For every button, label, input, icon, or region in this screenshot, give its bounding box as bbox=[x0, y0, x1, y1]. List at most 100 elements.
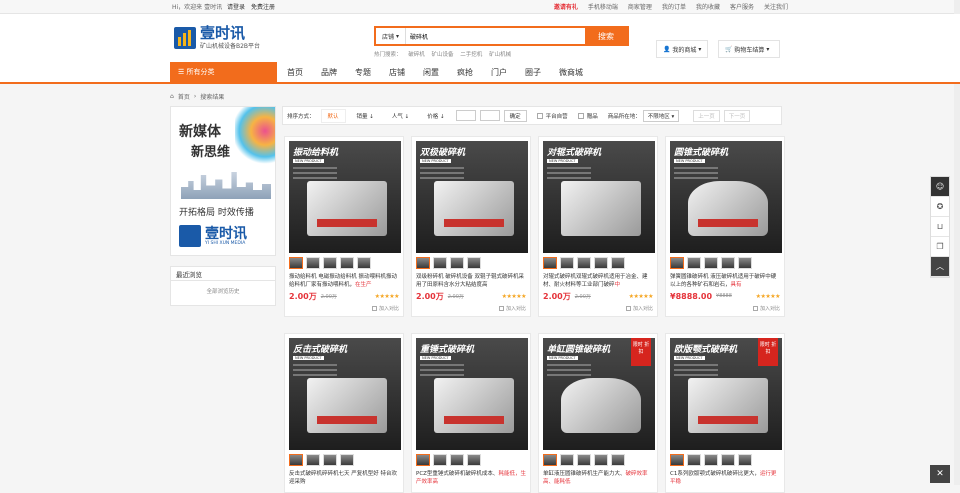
ad-banner[interactable]: 新媒体 新思维 开拓格局 时效传播 壹时讯 YI SHI XUN MEDIA bbox=[170, 106, 276, 256]
banner-line1: 新媒体 bbox=[179, 124, 221, 140]
follow-link[interactable]: 关注我们 bbox=[764, 2, 788, 11]
product-image[interactable]: 单缸圆锥破碎机 NEW PRODUCT 限时 折扣 bbox=[543, 338, 655, 450]
close-icon[interactable]: ✕ bbox=[930, 465, 950, 483]
product-card[interactable]: 单缸圆锥破碎机 NEW PRODUCT 限时 折扣 单缸液压圆锥破碎机生产能力大、… bbox=[538, 333, 658, 493]
logo-mark-icon bbox=[174, 27, 196, 49]
cart-button[interactable]: 🛒 购物车结算 ▾ bbox=[718, 40, 780, 58]
price-confirm-button[interactable]: 确定 bbox=[503, 109, 527, 122]
compare-checkbox[interactable]: 加入对比 bbox=[416, 305, 526, 312]
product-name[interactable]: 反击式破碎机碎碎机七天 严复机型好 特台欢迎采购 bbox=[289, 470, 399, 486]
product-card[interactable]: 反击式破碎机 NEW PRODUCT 反击式破碎机碎碎机七天 严复机型好 特台欢迎… bbox=[284, 333, 404, 493]
thumb bbox=[340, 454, 354, 466]
back-to-top-icon[interactable]: ︿ bbox=[931, 257, 949, 277]
login-link[interactable]: 请登录 bbox=[227, 4, 245, 11]
product-card[interactable]: 欧版颚式破碎机 NEW PRODUCT 限时 折扣 C1系列欧版颚式破碎机破碎比更… bbox=[665, 333, 785, 493]
hot-word[interactable]: 矿山设备 bbox=[432, 52, 454, 58]
sort-price[interactable]: 价格 ↓ bbox=[420, 109, 451, 123]
sort-sales[interactable]: 销量 ↓ bbox=[350, 109, 381, 123]
product-card[interactable]: 振动给料机 NEW PRODUCT 振动给料机 电磁振动给料机 振动喂料机振动给料… bbox=[284, 136, 404, 317]
thumb bbox=[670, 454, 684, 466]
search-input[interactable] bbox=[406, 28, 585, 44]
compare-checkbox[interactable]: 加入对比 bbox=[670, 305, 780, 312]
product-name[interactable]: 单缸液压圆锥破碎机生产能力大、破碎效率高、能耗低 bbox=[543, 470, 653, 486]
thumbnail-list bbox=[543, 454, 657, 466]
product-name[interactable]: 对辊式破碎机双辊式破碎机适用于冶金、建材、耐火材料等工业部门破碎中 bbox=[543, 273, 653, 289]
thumbnail-list bbox=[289, 454, 403, 466]
search-scope-select[interactable]: 店铺 ▾ bbox=[376, 28, 406, 44]
history-icon[interactable]: ❐ bbox=[931, 237, 949, 257]
nav-flash[interactable]: 疯抢 bbox=[457, 67, 473, 78]
site-logo[interactable]: 壹时讯 矿山机械设备B2B平台 bbox=[174, 26, 260, 50]
self-run-checkbox[interactable]: 平台自营 bbox=[536, 112, 568, 120]
location-select[interactable]: 不限地区 ▾ bbox=[642, 109, 680, 122]
top-bar: Hi，欢迎来 壹时讯 请登录 免费注册 邀请有礼 手机移动端 商家管理 我的订单… bbox=[0, 0, 960, 14]
sort-label: 排序方式： bbox=[287, 113, 315, 120]
product-image[interactable]: 对辊式破碎机 NEW PRODUCT bbox=[543, 141, 655, 253]
thumb bbox=[721, 257, 735, 269]
price-min-input[interactable] bbox=[455, 110, 476, 121]
all-categories-button[interactable]: ☰ 所有分类 bbox=[170, 62, 277, 82]
rating-stars: ★★★★★ bbox=[755, 292, 781, 300]
nav-home[interactable]: 首页 bbox=[287, 67, 303, 78]
nav-brand[interactable]: 品牌 bbox=[321, 67, 337, 78]
search-button[interactable]: 搜索 bbox=[585, 28, 627, 44]
product-image[interactable]: 双极破碎机 NEW PRODUCT bbox=[416, 141, 528, 253]
product-image[interactable]: 欧版颚式破碎机 NEW PRODUCT 限时 折扣 bbox=[670, 338, 782, 450]
user-avatar[interactable]: ☺ bbox=[931, 177, 949, 197]
product-card[interactable]: 圆锥式破碎机 NEW PRODUCT 弹簧圆锥破碎机 液压破碎机适用于破碎中硬以上… bbox=[665, 136, 785, 317]
sort-default[interactable]: 默认 bbox=[320, 108, 346, 123]
product-image[interactable]: 圆锥式破碎机 NEW PRODUCT bbox=[670, 141, 782, 253]
nav-stores[interactable]: 店铺 bbox=[389, 67, 405, 78]
product-name[interactable]: 振动给料机 电磁振动给料机 振动喂料机振动给料机厂家有振动喂料机，在生产 bbox=[289, 273, 399, 289]
sidebar: 新媒体 新思维 开拓格局 时效传播 壹时讯 YI SHI XUN MEDIA 最近… bbox=[170, 106, 276, 306]
favorites-icon[interactable]: ✪ bbox=[931, 197, 949, 217]
product-price: ¥8888.00 ¥8888 ★★★★★ bbox=[670, 291, 781, 301]
logo-subtitle: 矿山机械设备B2B平台 bbox=[200, 43, 261, 50]
register-link[interactable]: 免费注册 bbox=[251, 4, 275, 11]
product-card[interactable]: 双极破碎机 NEW PRODUCT 双级粉碎机 破碎机设备 双辊子辊式破碎机采用了… bbox=[411, 136, 531, 317]
product-image[interactable]: 振动给料机 NEW PRODUCT bbox=[289, 141, 401, 253]
product-price: 2.00万 2.00万 ★★★★★ bbox=[289, 291, 400, 301]
nav-idle[interactable]: 闲置 bbox=[423, 67, 439, 78]
my-store-button[interactable]: 👤 我的商城 ▾ bbox=[656, 40, 709, 58]
product-name[interactable]: 弹簧圆锥破碎机 液压破碎机适用于破碎中硬以上的各种矿石和岩石，具有 bbox=[670, 273, 780, 289]
nav-circle[interactable]: 圈子 bbox=[525, 67, 541, 78]
orders-link[interactable]: 我的订单 bbox=[662, 2, 686, 11]
compare-checkbox[interactable]: 加入对比 bbox=[543, 305, 653, 312]
cart-icon[interactable]: ⊔ bbox=[931, 217, 949, 237]
sort-popularity[interactable]: 人气 ↓ bbox=[385, 109, 416, 123]
favorites-link[interactable]: 我的收藏 bbox=[696, 2, 720, 11]
service-link[interactable]: 客户服务 bbox=[730, 2, 754, 11]
mobile-link[interactable]: 手机移动端 bbox=[588, 2, 618, 11]
product-name[interactable]: PCZ型重锤式破碎机破碎机成本、耗能低，生产效率高 bbox=[416, 470, 526, 486]
thumb bbox=[543, 257, 557, 269]
nav-micro-mall[interactable]: 微商城 bbox=[559, 67, 583, 78]
product-card[interactable]: 重锤式破碎机 NEW PRODUCT PCZ型重锤式破碎机破碎机成本、耗能低，生产… bbox=[411, 333, 531, 493]
thumb bbox=[687, 257, 701, 269]
product-name[interactable]: C1系列欧版颚式破碎机破碎比更大，运行更平稳 bbox=[670, 470, 780, 486]
thumb bbox=[306, 257, 320, 269]
product-name[interactable]: 双级粉碎机 破碎机设备 双辊子辊式破碎机采用了田原料含水分大粘结度高 bbox=[416, 273, 526, 289]
hot-word[interactable]: 二手挖机 bbox=[460, 52, 482, 58]
next-page-button[interactable]: 下一页 bbox=[723, 109, 751, 122]
breadcrumb-home[interactable]: 首页 bbox=[178, 92, 190, 101]
right-toolbar: ☺ ✪ ⊔ ❐ ︿ bbox=[930, 176, 950, 278]
product-image[interactable]: 重锤式破碎机 NEW PRODUCT bbox=[416, 338, 528, 450]
thumb bbox=[467, 257, 481, 269]
hot-word[interactable]: 破碎机 bbox=[408, 52, 425, 58]
price-max-input[interactable] bbox=[479, 110, 500, 121]
recent-history-link[interactable]: 全部浏览历史 bbox=[171, 281, 275, 295]
hot-word[interactable]: 矿山机械 bbox=[489, 52, 511, 58]
merchant-link[interactable]: 商家管理 bbox=[628, 2, 652, 11]
nav-portal[interactable]: 门户 bbox=[491, 67, 507, 78]
product-image[interactable]: 反击式破碎机 NEW PRODUCT bbox=[289, 338, 401, 450]
thumb bbox=[704, 257, 718, 269]
product-card[interactable]: 对辊式破碎机 NEW PRODUCT 对辊式破碎机双辊式破碎机适用于冶金、建材、耐… bbox=[538, 136, 658, 317]
gift-checkbox[interactable]: 赠品 bbox=[577, 112, 598, 120]
thumbnail-list bbox=[416, 257, 530, 269]
compare-checkbox[interactable]: 加入对比 bbox=[289, 305, 399, 312]
invite-link[interactable]: 邀请有礼 bbox=[554, 2, 578, 11]
thumb bbox=[704, 454, 718, 466]
nav-topic[interactable]: 专题 bbox=[355, 67, 371, 78]
prev-page-button[interactable]: 上一页 bbox=[693, 109, 720, 122]
